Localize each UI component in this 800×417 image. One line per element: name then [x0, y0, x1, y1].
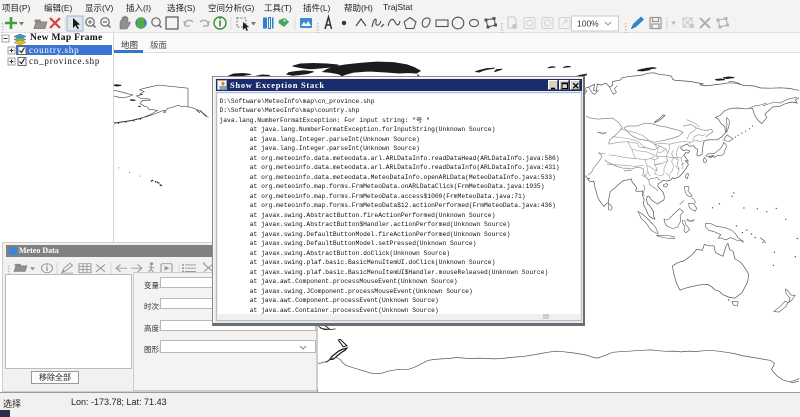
svg-text:100%: 100%	[577, 19, 599, 29]
